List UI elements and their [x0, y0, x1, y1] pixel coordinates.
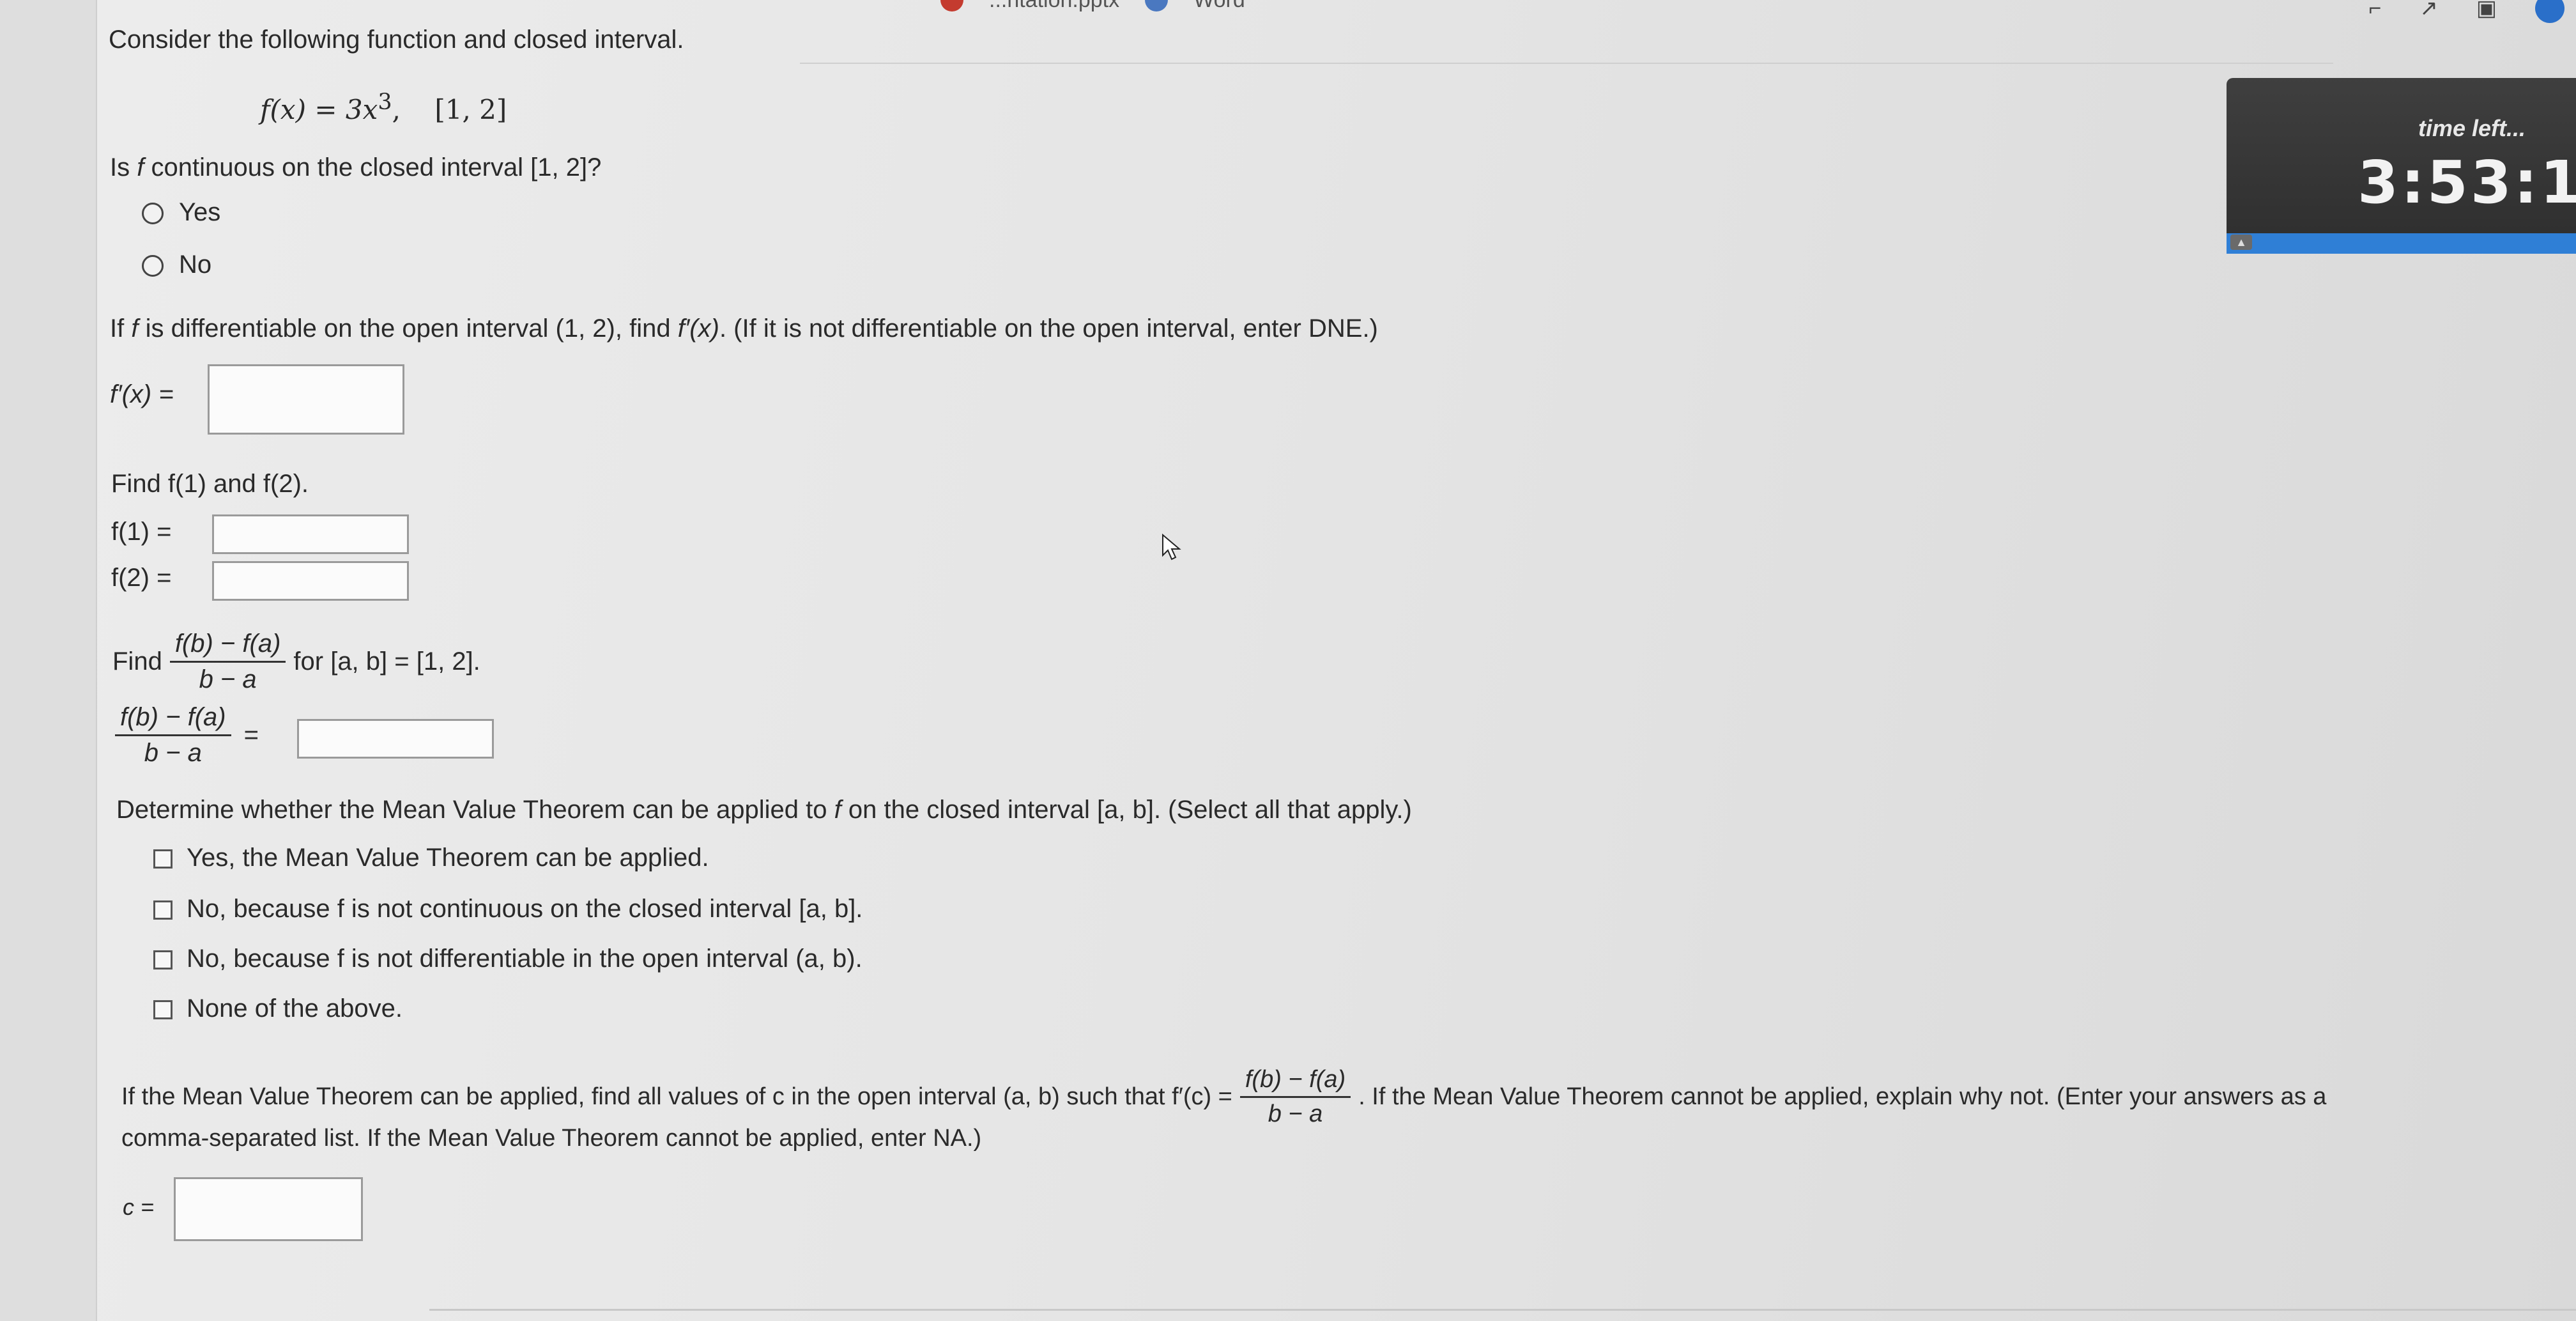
- f2-label: f(2) =: [111, 564, 172, 592]
- q6-line2: comma-separated list. If the Mean Value …: [121, 1125, 982, 1152]
- q5-option-label: No, because f is not differentiable in t…: [187, 945, 862, 973]
- q5-prompt-b: on the closed interval [a, b]. (Select a…: [841, 796, 1412, 824]
- f2-input[interactable]: [212, 561, 409, 601]
- q6-fraction: f(b) − f(a) b − a: [1239, 1066, 1351, 1128]
- function-definition: f(x) = 3x3, [1, 2]: [260, 89, 507, 125]
- q2-suffix: . (If it is not differentiable on the op…: [719, 314, 1378, 343]
- q4-answer-num: f(b) − f(a): [115, 703, 231, 736]
- q2-f: f: [131, 314, 139, 343]
- taskbar: ...ntation.pptx Word: [940, 0, 1245, 19]
- q4-prompt: Find f(b) − f(a) b − a for [a, b] = [1, …: [112, 630, 480, 694]
- function-exponent: 3: [378, 89, 392, 115]
- checkbox-not-continuous[interactable]: [153, 900, 172, 920]
- q1-option-yes[interactable]: Yes: [142, 198, 220, 227]
- q6-prompt: If the Mean Value Theorem can be applied…: [121, 1066, 2326, 1128]
- c-input[interactable]: [174, 1177, 363, 1241]
- q1-prompt: Is f continuous on the closed interval […: [110, 153, 601, 182]
- radio-no[interactable]: [142, 255, 164, 277]
- q5-option-label: None of the above.: [187, 994, 403, 1023]
- collapse-icon[interactable]: ▲: [2230, 235, 2252, 250]
- q5-option-3[interactable]: No, because f is not differentiable in t…: [153, 945, 862, 973]
- intro-text: Consider the following function and clos…: [109, 26, 684, 54]
- q1-option-no[interactable]: No: [142, 251, 211, 279]
- q4-fraction-den: b − a: [199, 665, 257, 693]
- f1-input[interactable]: [212, 514, 409, 554]
- radio-yes[interactable]: [142, 203, 164, 225]
- window-controls: ⌐ ↗ ▣: [2369, 0, 2564, 23]
- timer-clock: 3:53:16: [2358, 148, 2576, 217]
- q5-option-2[interactable]: No, because f is not continuous on the c…: [153, 895, 862, 923]
- pptx-tab[interactable]: ...ntation.pptx: [989, 0, 1119, 13]
- q4-answer-row: f(b) − f(a) b − a =: [115, 703, 259, 768]
- function-interval: [1, 2]: [434, 94, 507, 125]
- q4-fraction: f(b) − f(a) b − a: [169, 630, 286, 694]
- f1-label: f(1) =: [111, 518, 172, 546]
- q5-option-4[interactable]: None of the above.: [153, 994, 402, 1023]
- q2-prefix: If: [110, 314, 132, 343]
- divider: [800, 63, 2333, 64]
- q1-f: f: [137, 153, 144, 182]
- user-avatar[interactable]: [2535, 0, 2564, 23]
- q6-line1-a: If the Mean Value Theorem can be applied…: [121, 1083, 1232, 1110]
- q6-fraction-num: f(b) − f(a): [1239, 1066, 1351, 1098]
- q1-option-label: Yes: [179, 198, 221, 226]
- checkbox-not-differentiable[interactable]: [153, 950, 172, 970]
- q2-fprime: f′(x): [677, 314, 719, 343]
- q1-text: continuous on the closed interval [1, 2]…: [144, 153, 602, 182]
- q4-fraction-num: f(b) − f(a): [169, 630, 286, 663]
- minimize-icon[interactable]: ⌐: [2369, 0, 2382, 21]
- q4-find: Find: [112, 647, 162, 676]
- divider: [429, 1309, 2576, 1311]
- question-page: ...ntation.pptx Word ⌐ ↗ ▣ Consider the …: [96, 0, 2576, 1321]
- q1-option-label: No: [179, 251, 212, 279]
- q2-prompt: If f is differentiable on the open inter…: [110, 314, 1378, 343]
- q5-f: f: [834, 796, 841, 824]
- quotient-input[interactable]: [297, 719, 494, 759]
- q4-equals: =: [243, 721, 259, 749]
- q3-prompt: Find f(1) and f(2).: [111, 470, 309, 498]
- q4-answer-den: b − a: [144, 739, 202, 767]
- q5-prompt-a: Determine whether the Mean Value Theorem…: [116, 796, 834, 824]
- app-icon[interactable]: [940, 0, 963, 12]
- fprime-input[interactable]: [208, 364, 404, 435]
- word-label[interactable]: Word: [1193, 0, 1245, 13]
- function-expr: f(x) = 3x: [260, 94, 378, 125]
- q5-option-label: Yes, the Mean Value Theorem can be appli…: [187, 844, 709, 872]
- restore-icon[interactable]: ▣: [2476, 0, 2497, 21]
- pin-icon[interactable]: ↗: [2419, 0, 2438, 21]
- mouse-cursor-icon: [1162, 534, 1181, 560]
- q6-fraction-den: b − a: [1268, 1101, 1323, 1127]
- q4-suffix: for [a, b] = [1, 2].: [293, 647, 480, 676]
- timer-label: time left...: [2418, 115, 2526, 141]
- q6-line1-b: . If the Mean Value Theorem cannot be ap…: [1358, 1083, 2327, 1110]
- timer-widget: time left... 3:53:16 ▲: [2227, 78, 2576, 254]
- fprime-label: f′(x) =: [110, 380, 174, 408]
- word-icon[interactable]: [1145, 0, 1169, 12]
- q4-answer-fraction: f(b) − f(a) b − a: [115, 703, 231, 768]
- q1-prefix: Is: [110, 153, 137, 182]
- q5-option-label: No, because f is not continuous on the c…: [187, 895, 863, 923]
- timer-progress-bar: [2227, 233, 2576, 254]
- checkbox-none[interactable]: [153, 1000, 172, 1020]
- function-comma: ,: [392, 94, 435, 125]
- q2-mid: is differentiable on the open interval (…: [138, 314, 678, 343]
- c-label: c =: [123, 1194, 155, 1220]
- q5-option-1[interactable]: Yes, the Mean Value Theorem can be appli…: [153, 844, 709, 872]
- q5-prompt: Determine whether the Mean Value Theorem…: [116, 796, 1412, 824]
- checkbox-mvt-applies[interactable]: [153, 849, 172, 869]
